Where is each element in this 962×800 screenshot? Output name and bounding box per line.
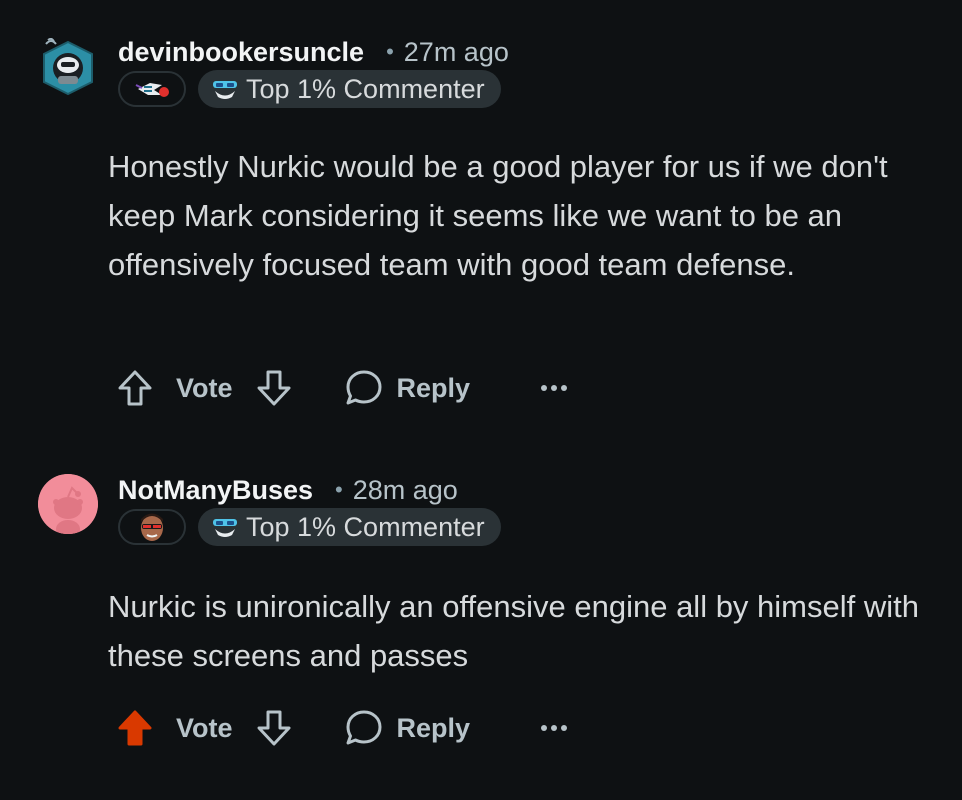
more-options-icon — [541, 725, 568, 731]
more-options-button[interactable] — [540, 724, 568, 732]
upvote-icon[interactable] — [116, 368, 154, 408]
upvote-icon-active[interactable] — [116, 708, 154, 748]
top-commenter-badge[interactable]: Top 1% Commenter — [198, 508, 501, 546]
default-snoo-avatar-icon — [38, 474, 98, 534]
separator-dot: • — [335, 477, 343, 502]
username[interactable]: NotManyBuses — [118, 475, 313, 506]
user-avatar[interactable] — [38, 474, 98, 534]
more-options-button[interactable] — [540, 384, 568, 392]
reply-label: Reply — [396, 712, 471, 743]
timestamp: 27m ago — [403, 36, 509, 67]
comment-bubble-icon — [346, 370, 382, 405]
downvote-icon[interactable] — [255, 708, 293, 748]
user-flair[interactable] — [118, 71, 186, 107]
hornets-flair-icon — [135, 83, 169, 97]
flair-row: Top 1% Commenter — [118, 508, 501, 546]
reply-label: Reply — [396, 372, 471, 403]
badge-label: Top 1% Commenter — [246, 511, 485, 542]
user-flair[interactable] — [118, 509, 186, 545]
top-commenter-icon — [213, 81, 237, 99]
flair-row: Top 1% Commenter — [118, 70, 501, 108]
vote-count: Vote — [176, 372, 233, 403]
reply-button[interactable]: Reply — [345, 369, 471, 407]
comment-header: NotManyBuses • 28m ago — [118, 470, 458, 510]
timestamp: 28m ago — [352, 474, 458, 505]
badge-label: Top 1% Commenter — [246, 73, 485, 104]
vote-count: Vote — [176, 712, 233, 743]
player-face-flair-icon — [141, 513, 163, 541]
more-options-icon — [541, 385, 568, 391]
comment-bubble-icon — [346, 710, 382, 745]
username[interactable]: devinbookersuncle — [118, 37, 364, 68]
comment-header: devinbookersuncle • 27m ago — [118, 32, 509, 72]
comment-actions: Vote Reply — [116, 366, 568, 410]
downvote-icon[interactable] — [255, 368, 293, 408]
reply-button[interactable]: Reply — [345, 709, 471, 747]
comment-body: Honestly Nurkic would be a good player f… — [108, 149, 888, 282]
top-commenter-icon — [213, 519, 237, 537]
comment-actions: Vote Reply — [116, 706, 568, 750]
comment-body: Nurkic is unironically an offensive engi… — [108, 589, 919, 673]
user-avatar[interactable] — [40, 37, 100, 98]
separator-dot: • — [386, 39, 394, 64]
top-commenter-badge[interactable]: Top 1% Commenter — [198, 70, 501, 108]
robot-avatar-icon — [43, 37, 93, 96]
